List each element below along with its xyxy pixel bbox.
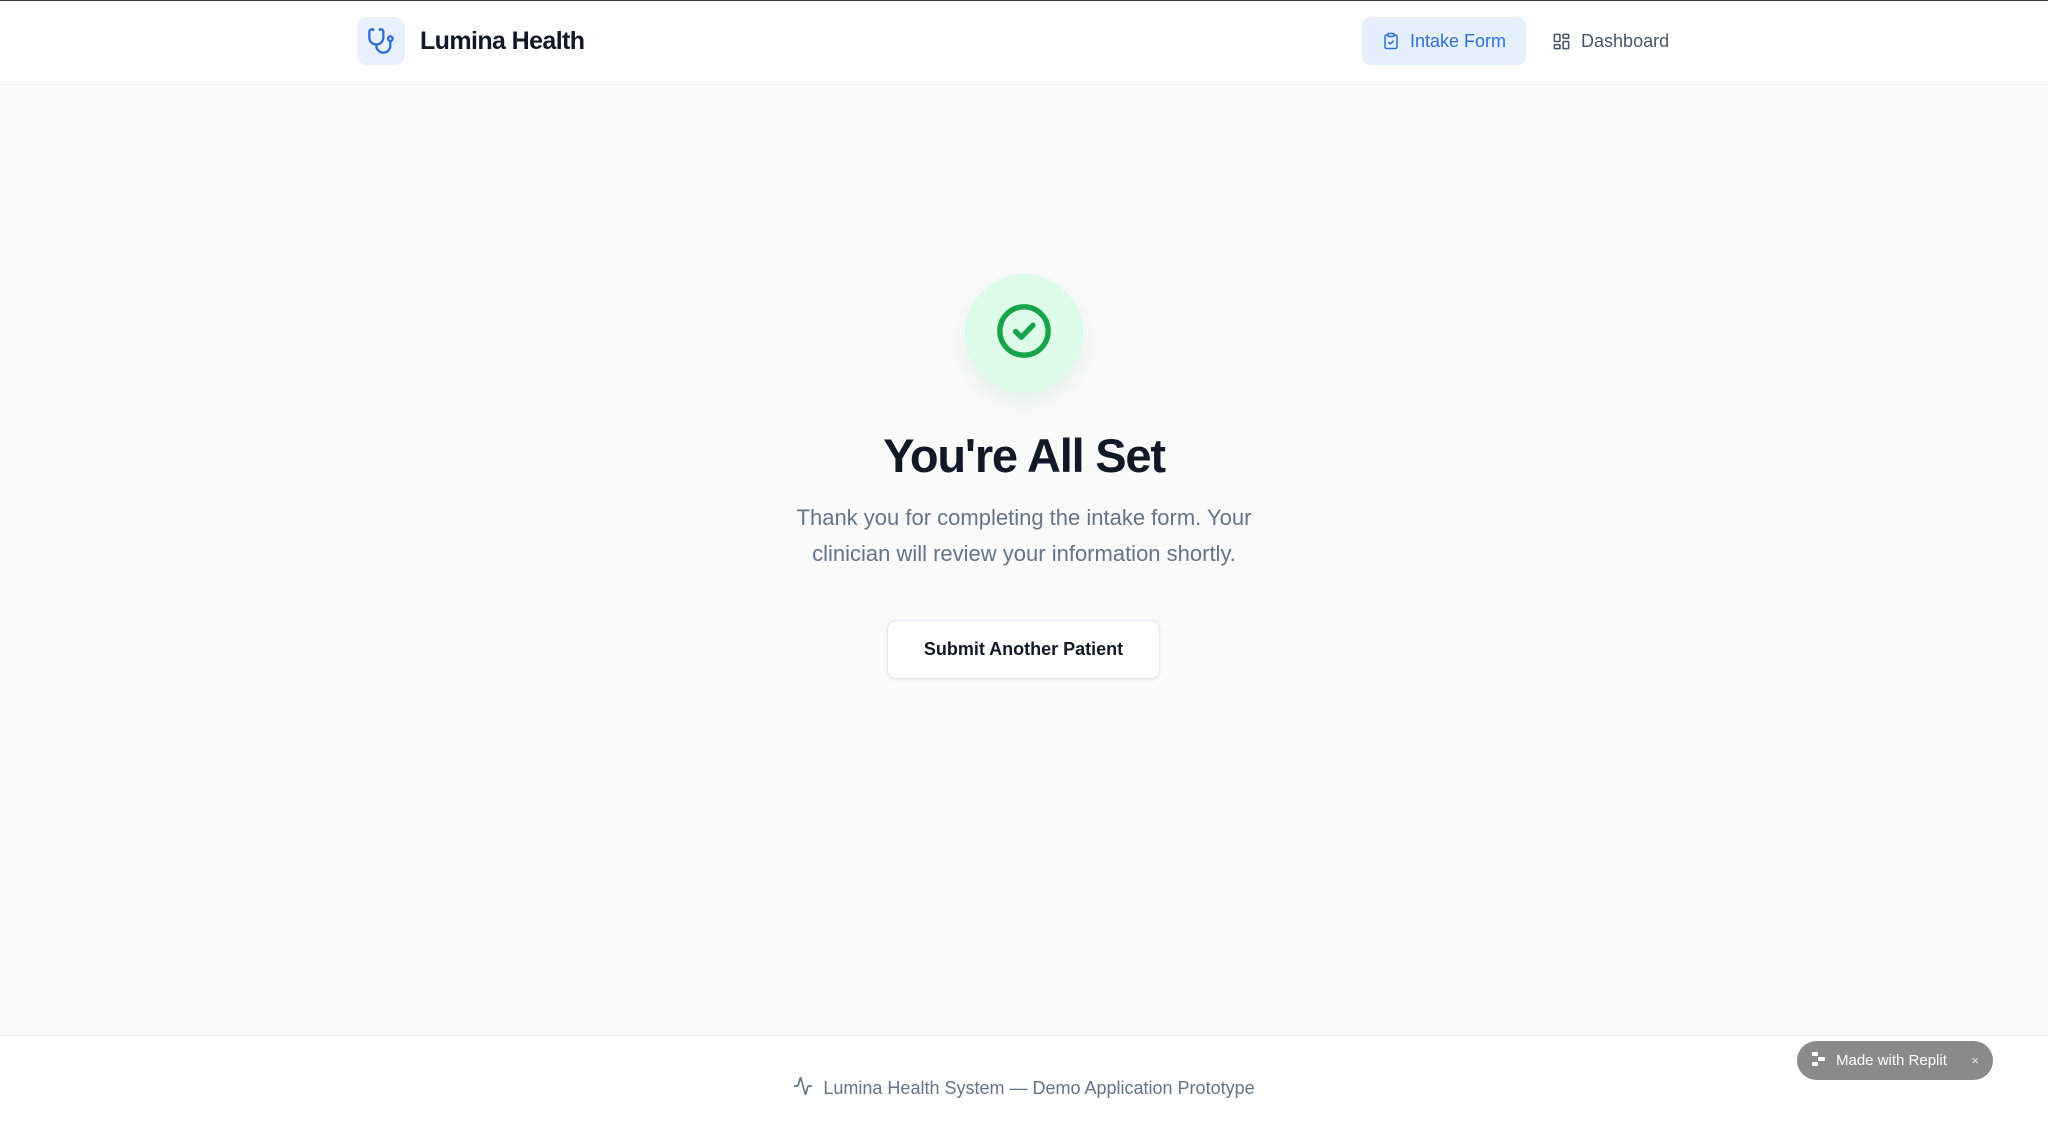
nav-intake-form[interactable]: Intake Form: [1362, 17, 1527, 65]
replit-badge-label: Made with Replit: [1836, 1052, 1947, 1069]
nav-dashboard-label: Dashboard: [1581, 30, 1670, 51]
submit-another-patient-button[interactable]: Submit Another Patient: [887, 620, 1160, 679]
nav-dashboard[interactable]: Dashboard: [1532, 17, 1689, 65]
activity-icon: [793, 1076, 813, 1101]
main-nav: Intake Form Dashboard: [1362, 17, 1689, 65]
confirmation-title: You're All Set: [883, 429, 1166, 482]
made-with-replit-badge[interactable]: Made with Replit ×: [1797, 1041, 1993, 1080]
confirmation-message: Thank you for completing the intake form…: [796, 505, 1252, 566]
success-badge: [965, 274, 1083, 392]
replit-logo-icon: [1811, 1051, 1827, 1071]
clipboard-icon: [1382, 31, 1400, 51]
badge-close-icon[interactable]: ×: [1971, 1053, 1979, 1068]
stethoscope-icon: [357, 17, 405, 65]
check-circle-icon: [995, 302, 1053, 365]
nav-intake-form-label: Intake Form: [1410, 30, 1507, 51]
footer-text: Lumina Health System — Demo Application …: [823, 1078, 1255, 1098]
brand-home-link[interactable]: Lumina Health: [357, 17, 585, 65]
dashboard-grid-icon: [1552, 32, 1571, 51]
brand-name: Lumina Health: [420, 26, 585, 55]
page-footer: Lumina Health System — Demo Application …: [0, 1035, 2048, 1137]
top-header: Lumina Health Intake Form Dashboard: [0, 1, 2048, 81]
footer-info: Lumina Health System — Demo Application …: [0, 1076, 2048, 1101]
